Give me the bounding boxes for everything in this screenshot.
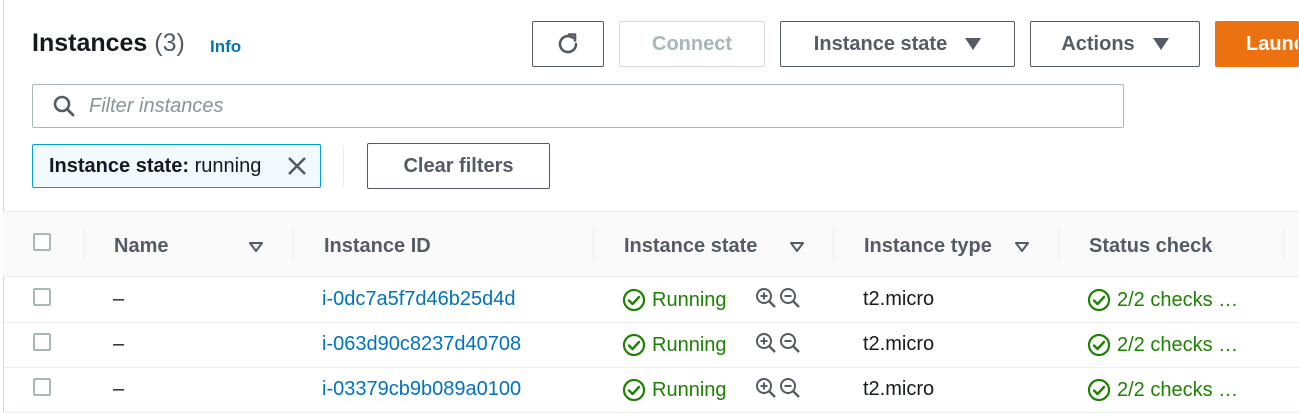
title-text: Instances — [32, 29, 148, 57]
check-circle-icon — [1087, 288, 1111, 312]
instance-state: Running — [622, 378, 727, 402]
clear-filters-button[interactable]: Clear filters — [367, 143, 550, 189]
status-label: 2/2 checks … — [1117, 288, 1239, 311]
filter-token: Instance state: running — [32, 144, 321, 188]
column-separator — [293, 228, 294, 260]
check-circle-icon — [622, 333, 646, 357]
column-separator — [833, 228, 834, 260]
check-circle-icon — [622, 378, 646, 402]
select-all-checkbox[interactable] — [33, 233, 51, 251]
instance-count: (3) — [154, 29, 185, 57]
column-separator — [84, 228, 85, 260]
instance-state: Running — [622, 333, 727, 357]
instance-id-link[interactable]: i-03379cb9b089a0100 — [322, 378, 521, 401]
column-header-status-check[interactable]: Status check — [1089, 235, 1212, 258]
caret-down-icon — [965, 38, 982, 50]
column-separator — [1058, 228, 1059, 260]
status-label: 2/2 checks … — [1117, 378, 1239, 401]
instance-name: – — [113, 288, 125, 310]
column-header-instance-type[interactable]: Instance type — [864, 235, 992, 258]
check-circle-icon — [622, 288, 646, 312]
instance-state-label: Instance state — [813, 32, 948, 55]
zoom-in-icon[interactable] — [755, 377, 777, 399]
instance-name: – — [113, 333, 125, 355]
instance-id-link[interactable]: i-063d90c8237d40708 — [322, 333, 521, 356]
column-header-name[interactable]: Name — [114, 235, 168, 258]
instance-state-button[interactable]: Instance state — [780, 21, 1015, 67]
launch-label: Launch instances — [1246, 32, 1298, 55]
sort-caret-icon[interactable] — [1014, 241, 1030, 253]
column-header-instance-state[interactable]: Instance state — [624, 235, 757, 258]
search-icon — [53, 95, 75, 117]
row-checkbox[interactable] — [33, 333, 51, 351]
sort-caret-icon[interactable] — [789, 241, 805, 253]
state-label: Running — [652, 333, 727, 356]
column-header-instance-id[interactable]: Instance ID — [324, 235, 431, 258]
row-checkbox[interactable] — [33, 288, 51, 306]
sort-caret-icon[interactable] — [248, 241, 264, 253]
check-circle-icon — [1087, 378, 1111, 402]
instance-type: t2.micro — [863, 288, 935, 310]
page-title: Instances (3) — [32, 29, 185, 58]
launch-instances-button[interactable]: Launch instances — [1215, 21, 1299, 67]
zoom-in-icon[interactable] — [755, 332, 777, 354]
table-row[interactable]: – i-063d90c8237d40708 Running t2.micro 2… — [3, 322, 1299, 368]
table-row[interactable]: – i-03379cb9b089a0100 Running t2.micro 2… — [3, 367, 1299, 413]
instance-type: t2.micro — [863, 333, 935, 355]
divider — [343, 146, 344, 188]
status-label: 2/2 checks … — [1117, 333, 1239, 356]
refresh-icon — [558, 33, 578, 54]
instance-name: – — [113, 378, 125, 400]
instance-state: Running — [622, 288, 727, 312]
token-key: Instance state: — [49, 154, 190, 177]
filter-search-box[interactable] — [32, 84, 1124, 128]
actions-label: Actions — [1061, 32, 1135, 55]
state-label: Running — [652, 288, 727, 311]
zoom-out-icon[interactable] — [779, 332, 801, 354]
column-separator — [1283, 228, 1284, 260]
instance-type: t2.micro — [863, 378, 935, 400]
check-circle-icon — [1087, 333, 1111, 357]
status-check[interactable]: 2/2 checks … — [1087, 378, 1238, 402]
actions-button[interactable]: Actions — [1030, 21, 1200, 67]
zoom-out-icon[interactable] — [779, 287, 801, 309]
connect-button[interactable]: Connect — [619, 21, 765, 67]
token-value: running — [194, 154, 262, 177]
filter-input[interactable] — [89, 94, 989, 118]
row-checkbox[interactable] — [33, 378, 51, 396]
close-icon[interactable] — [286, 155, 308, 183]
status-check[interactable]: 2/2 checks … — [1087, 333, 1238, 357]
instance-id-link[interactable]: i-0dc7a5f7d46b25d4d — [322, 288, 516, 311]
state-label: Running — [652, 378, 727, 401]
zoom-out-icon[interactable] — [779, 377, 801, 399]
table-header: Name Instance ID Instance state Instance… — [3, 212, 1299, 277]
table-row[interactable]: – i-0dc7a5f7d46b25d4d Running t2.micro 2… — [3, 277, 1299, 323]
zoom-in-icon[interactable] — [755, 287, 777, 309]
column-separator — [593, 228, 594, 260]
caret-down-icon — [1152, 38, 1169, 50]
refresh-button[interactable] — [532, 21, 604, 67]
info-link[interactable]: Info — [210, 37, 241, 57]
status-check[interactable]: 2/2 checks … — [1087, 288, 1238, 312]
